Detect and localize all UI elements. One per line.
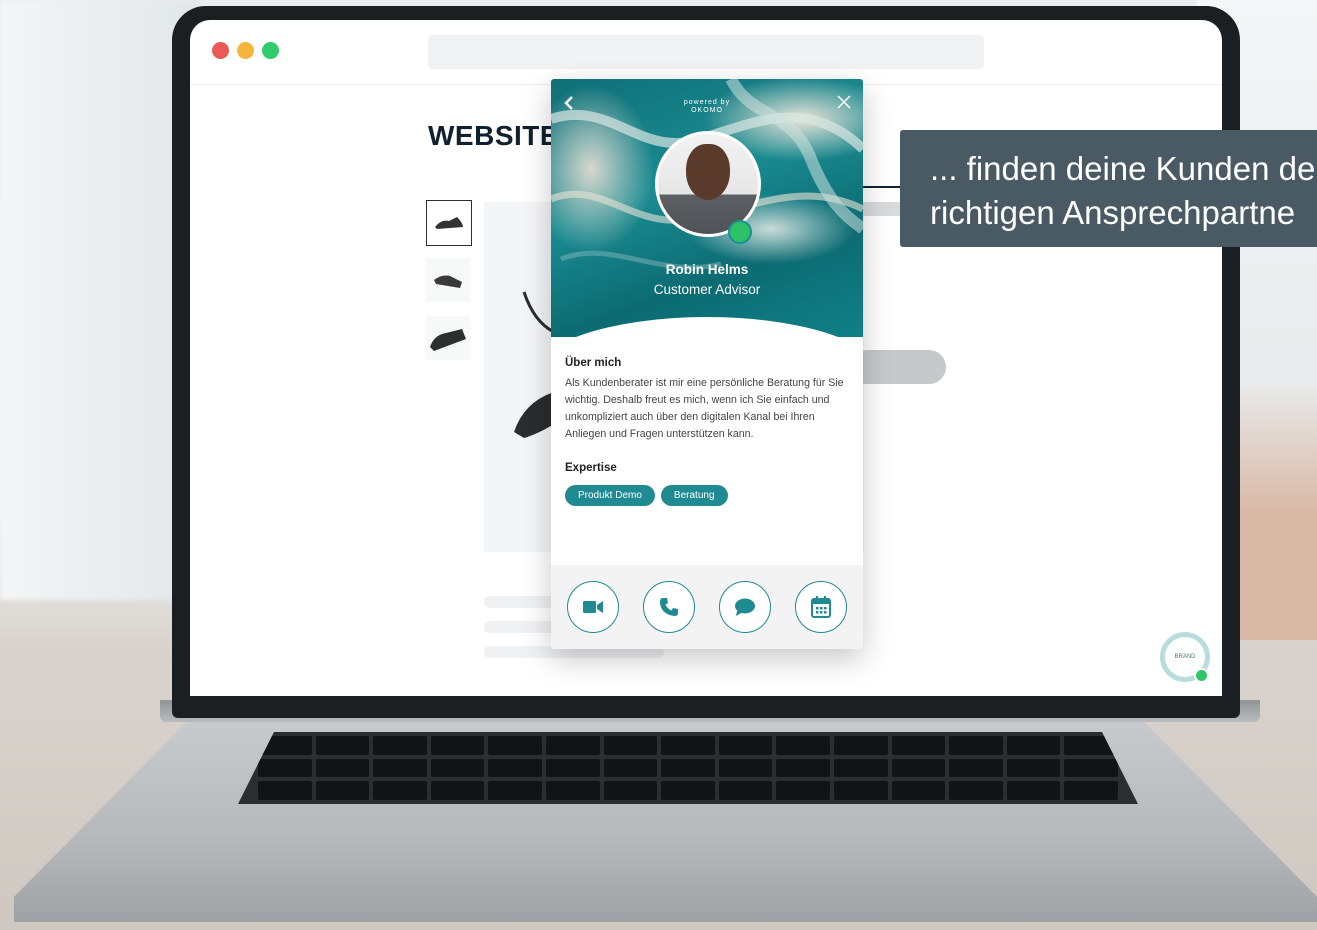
calendar-icon <box>811 596 831 618</box>
callout-line-2: richtigen Ansprechpartne <box>930 194 1296 231</box>
window-controls <box>212 42 279 59</box>
minimize-window-dot[interactable] <box>237 42 254 59</box>
callout-line-1: ... finden deine Kunden de <box>930 150 1316 187</box>
background-window <box>0 0 200 600</box>
chat-bubble-icon <box>735 598 755 616</box>
schedule-appointment-button[interactable] <box>795 581 847 633</box>
advisor-name: Robin Helms <box>665 262 749 277</box>
shoe-icon <box>434 275 462 288</box>
chevron-left-icon <box>564 96 573 110</box>
product-thumbnail-1[interactable] <box>426 200 472 246</box>
video-call-button[interactable] <box>567 581 619 633</box>
avatar-face <box>686 144 730 200</box>
placeholder-button[interactable] <box>850 350 946 384</box>
expertise-tags: Produkt Demo Beratung <box>565 485 728 506</box>
back-button[interactable] <box>563 93 575 116</box>
shoe-icon <box>435 217 463 229</box>
about-title: Über mich <box>565 357 622 369</box>
phone-icon <box>660 598 678 616</box>
online-indicator <box>1194 668 1209 683</box>
close-icon <box>837 95 851 109</box>
contact-actions <box>551 565 863 649</box>
about-text: Als Kundenberater ist mir eine persönlic… <box>565 377 844 440</box>
shoe-icon <box>430 329 466 351</box>
brand-widget-label: BRAND <box>1174 654 1196 660</box>
callout-box: ... finden deine Kunden de richtigen Ans… <box>900 130 1317 247</box>
expertise-tag[interactable]: Beratung <box>660 485 728 506</box>
powered-by-label: powered by <box>683 99 731 106</box>
video-camera-icon <box>583 601 603 613</box>
chat-button[interactable] <box>719 581 771 633</box>
profile-header: powered by OKOMO Robin Helms Customer Ad… <box>551 79 863 337</box>
close-window-dot[interactable] <box>212 42 229 59</box>
expertise-tag[interactable]: Produkt Demo <box>565 485 655 506</box>
product-thumbnail-2[interactable] <box>426 258 470 302</box>
close-button[interactable] <box>837 91 851 113</box>
phone-call-button[interactable] <box>643 581 695 633</box>
powered-by-brand: OKOMO <box>691 107 723 114</box>
advisor-role: Customer Advisor <box>653 282 761 297</box>
powered-by: powered by OKOMO <box>551 99 863 115</box>
laptop-keyboard <box>238 732 1138 804</box>
maximize-window-dot[interactable] <box>262 42 279 59</box>
advisor-profile-card: powered by OKOMO Robin Helms Customer Ad… <box>551 79 863 649</box>
expertise-title: Expertise <box>565 462 617 474</box>
website-logo[interactable]: WEBSITE <box>428 120 559 152</box>
avatar-photo <box>658 134 758 234</box>
address-bar[interactable] <box>428 35 984 69</box>
product-thumbnail-3[interactable] <box>426 316 470 360</box>
online-status-dot <box>728 220 752 244</box>
